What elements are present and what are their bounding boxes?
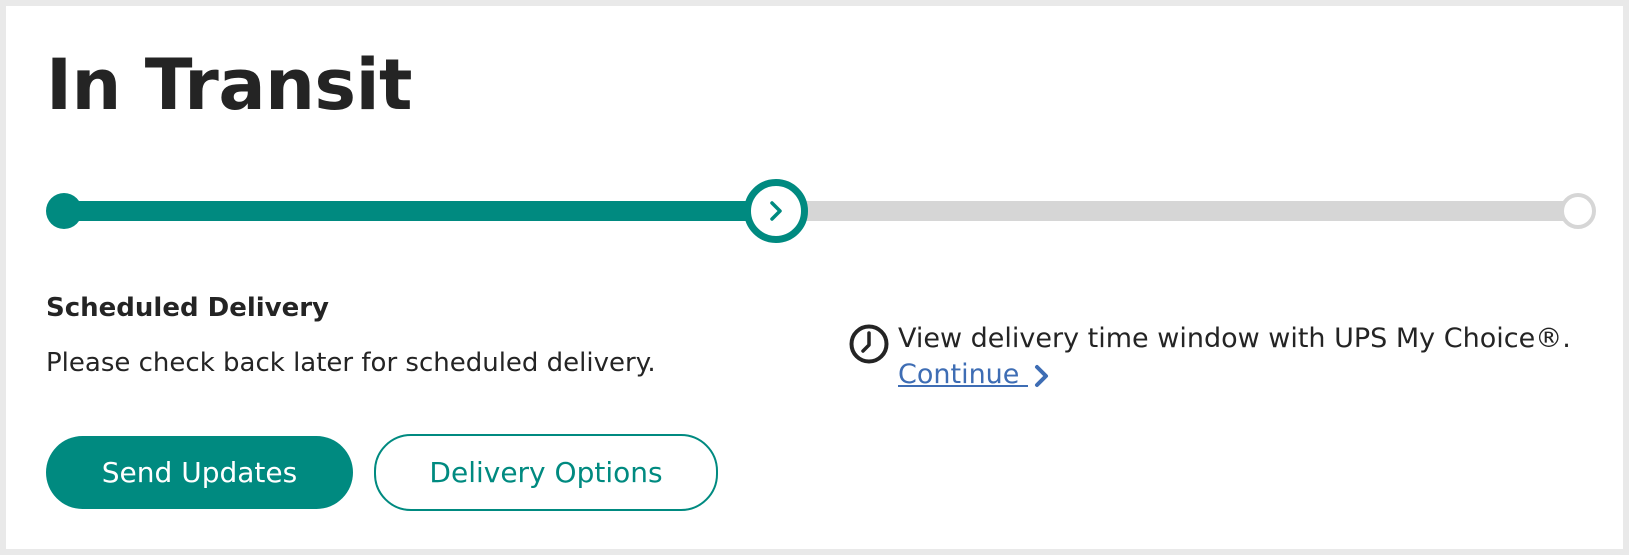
- delivery-options-button[interactable]: Delivery Options: [374, 434, 718, 511]
- progress-tracker: [46, 176, 1596, 246]
- progress-start-dot: [46, 193, 82, 229]
- my-choice-promo: View delivery time window with UPS My Ch…: [848, 321, 1571, 393]
- clock-icon: [849, 324, 889, 364]
- chevron-right-icon[interactable]: [1034, 364, 1050, 388]
- tracking-status-card: In Transit Scheduled Delivery Please che…: [6, 6, 1623, 549]
- status-title: In Transit: [46, 44, 413, 126]
- progress-end-dot: [1560, 193, 1596, 229]
- progress-current-marker: [743, 179, 808, 243]
- my-choice-text: View delivery time window with UPS My Ch…: [898, 323, 1571, 354]
- chevron-right-icon: [769, 201, 782, 221]
- continue-link-label: Continue: [898, 359, 1028, 390]
- scheduled-delivery-heading: Scheduled Delivery: [46, 293, 330, 323]
- send-updates-button[interactable]: Send Updates: [46, 436, 353, 509]
- progress-fill: [66, 201, 776, 221]
- continue-link[interactable]: Continue: [898, 359, 1028, 390]
- scheduled-delivery-message: Please check back later for scheduled de…: [46, 348, 656, 378]
